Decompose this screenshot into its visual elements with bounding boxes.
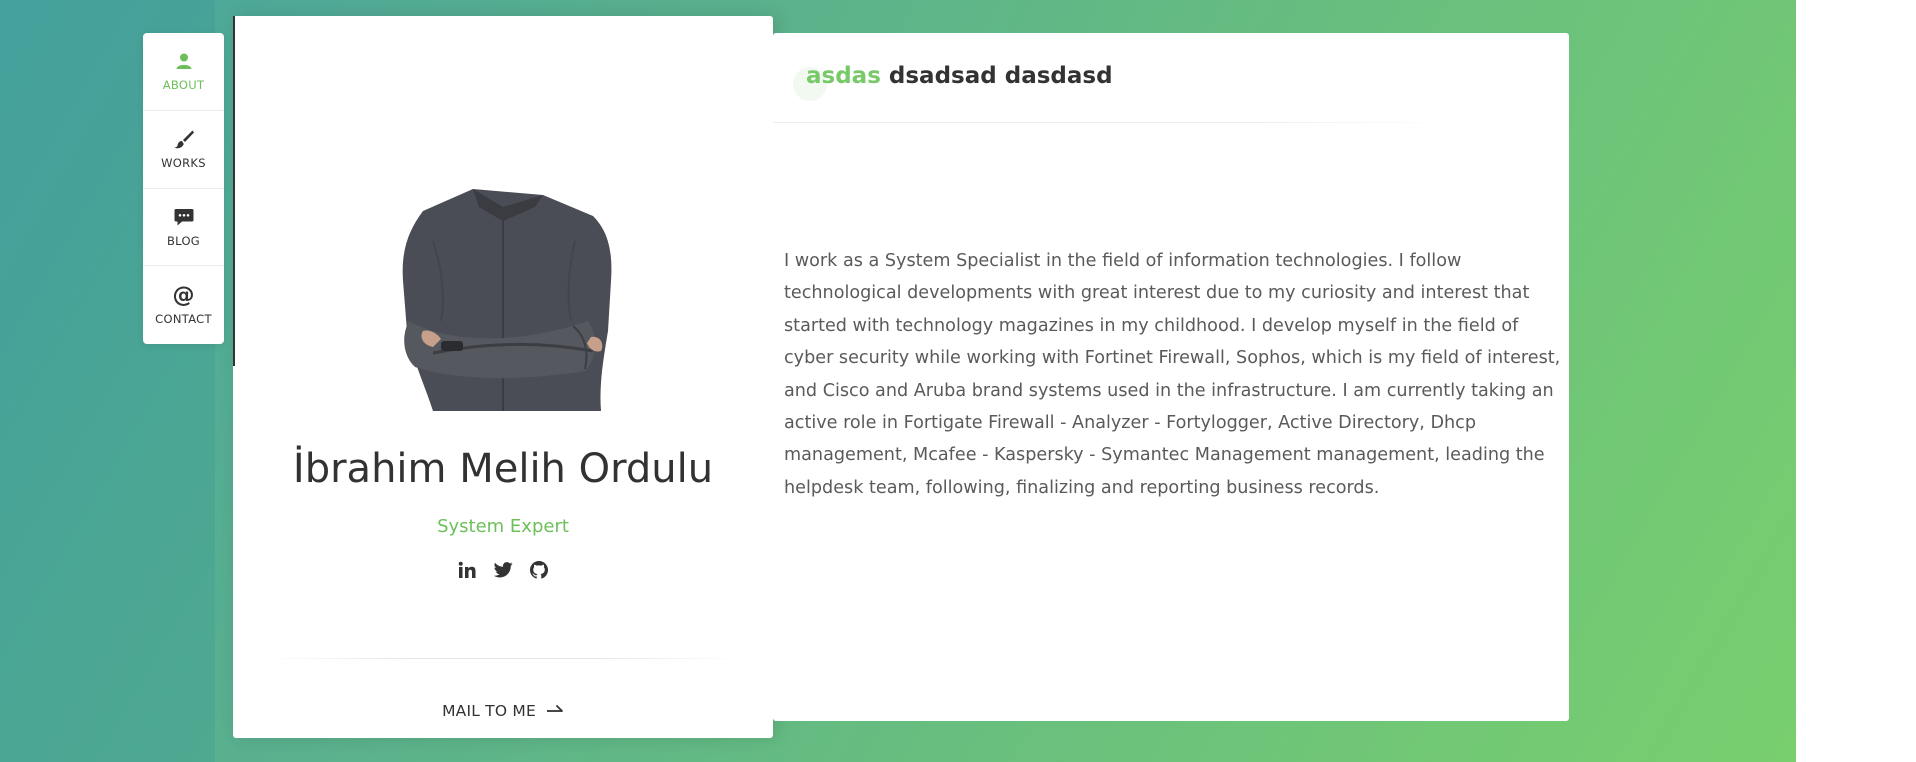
brush-icon — [174, 128, 194, 150]
nav-item-about[interactable]: ABOUT — [143, 33, 224, 111]
card-edge-line — [233, 16, 235, 366]
about-panel: asdas dsadsad dasdasd I work as a System… — [773, 33, 1569, 721]
side-nav: ABOUT WORKS BLOG @ CONTACT — [143, 33, 224, 344]
github-icon[interactable] — [529, 560, 549, 580]
chat-icon — [174, 206, 194, 228]
nav-item-label: WORKS — [161, 156, 206, 171]
arrow-right-icon — [546, 702, 564, 720]
twitter-icon[interactable] — [493, 560, 513, 580]
nav-item-label: ABOUT — [162, 78, 205, 93]
heading-divider — [773, 122, 1453, 123]
at-icon: @ — [172, 282, 195, 308]
nav-item-works[interactable]: WORKS — [143, 111, 224, 189]
linkedin-icon[interactable] — [457, 560, 477, 580]
social-links — [233, 560, 773, 580]
about-text: I work as a System Specialist in the fie… — [784, 251, 1561, 498]
card-divider — [263, 658, 743, 659]
profile-role: System Expert — [437, 516, 569, 537]
heading-accent: asdas — [806, 63, 881, 89]
nav-item-blog[interactable]: BLOG — [143, 189, 224, 267]
mail-to-me-button[interactable]: MAIL TO ME — [233, 702, 773, 720]
nav-item-label: BLOG — [166, 233, 201, 248]
profile-card: İbrahim Melih Ordulu System Expert MAIL … — [233, 16, 773, 738]
profile-photo — [402, 189, 612, 411]
user-icon — [175, 50, 193, 72]
nav-item-contact[interactable]: @ CONTACT — [143, 266, 224, 344]
section-heading: asdas dsadsad dasdasd — [806, 63, 1113, 89]
heading-rest: dsadsad dasdasd — [888, 63, 1113, 89]
mail-label: MAIL TO ME — [442, 702, 536, 720]
profile-name: İbrahim Melih Ordulu — [292, 446, 714, 492]
nav-item-label: CONTACT — [155, 312, 212, 327]
